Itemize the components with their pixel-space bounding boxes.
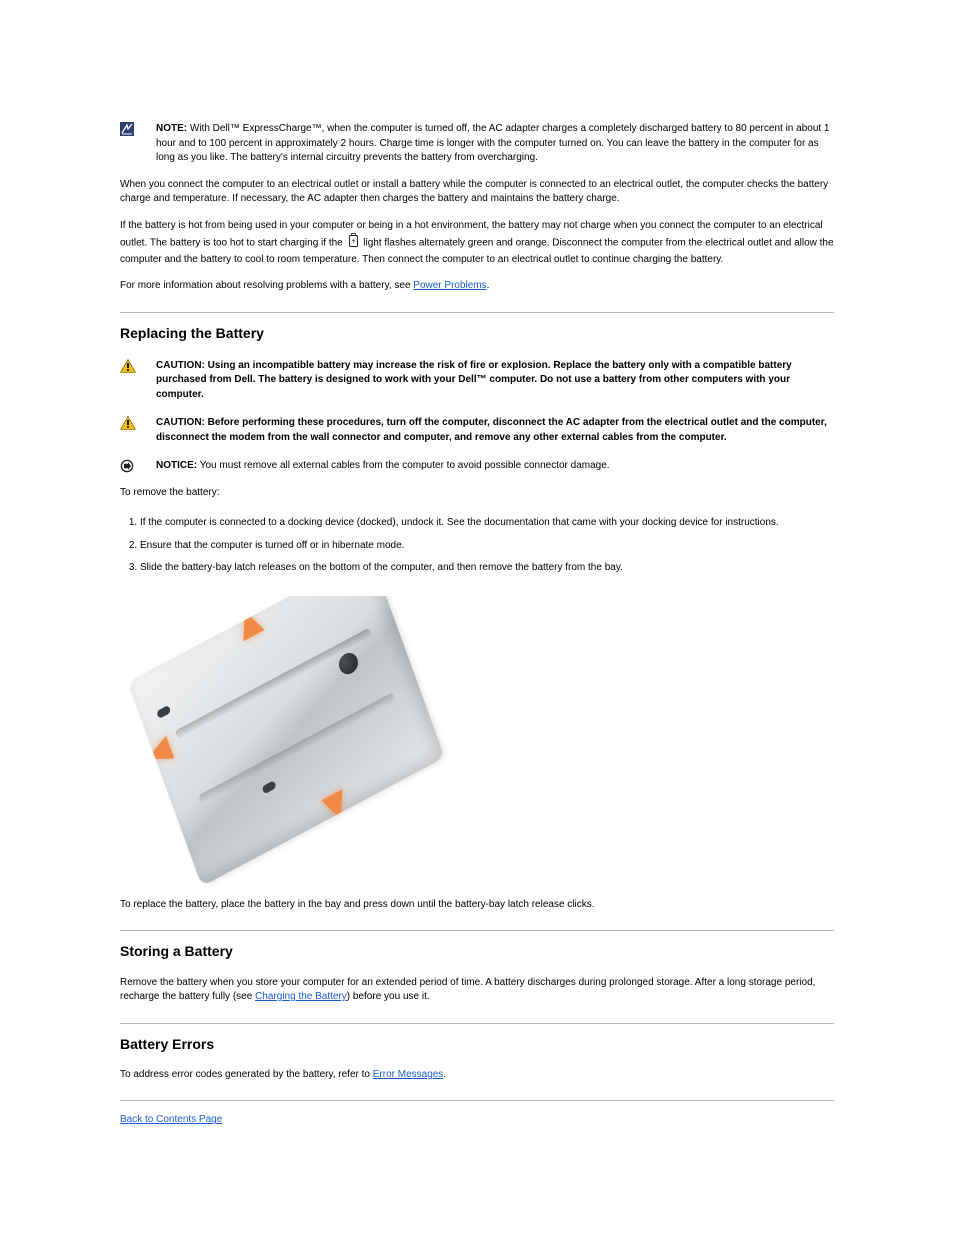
paragraph-more-info: For more information about resolving pro…: [120, 279, 834, 294]
note-expresscharge: NOTE: With Dell™ ExpressCharge™, when th…: [120, 120, 834, 166]
caution-body: CAUTION: Before performing these procedu…: [156, 414, 834, 445]
paragraph-store-battery: Remove the battery when you store your c…: [120, 976, 834, 1005]
link-error-messages[interactable]: Error Messages: [373, 1069, 444, 1080]
step-2: Ensure that the computer is turned off o…: [140, 539, 834, 554]
section-title-errors: Battery Errors: [120, 1034, 834, 1054]
arrow-left-icon: [143, 735, 174, 770]
link-power-problems[interactable]: Power Problems: [413, 280, 486, 291]
paragraph-battery-errors: To address error codes generated by the …: [120, 1068, 834, 1083]
divider: [120, 1023, 834, 1024]
note-body: NOTE: With Dell™ ExpressCharge™, when th…: [156, 120, 834, 166]
notice-remove-cables: NOTICE: You must remove all external cab…: [120, 457, 834, 474]
caution-text: Before performing these procedures, turn…: [156, 417, 827, 443]
text-fragment: Remove the battery when you store your c…: [120, 977, 815, 1003]
step-3: Slide the battery-bay latch releases on …: [140, 561, 834, 576]
notice-prefix: NOTICE:: [156, 460, 197, 471]
caution-icon: [120, 414, 156, 430]
paragraph-ac-connect: When you connect the computer to an elec…: [120, 178, 834, 207]
section-title-store: Storing a Battery: [120, 941, 834, 961]
caution-prefix: CAUTION:: [156, 360, 205, 371]
steps-remove-battery: If the computer is connected to a dockin…: [120, 516, 834, 576]
arrow-up-icon: [234, 605, 264, 641]
section-title-replace: Replacing the Battery: [120, 323, 834, 343]
step-1: If the computer is connected to a dockin…: [140, 516, 834, 531]
latch-slider: [261, 780, 276, 794]
caution-prefix: CAUTION:: [156, 417, 205, 428]
battery-indicator-icon: [348, 233, 359, 253]
caution-text: Using an incompatible battery may increa…: [156, 360, 792, 400]
divider: [120, 312, 834, 313]
text-fragment: To address error codes generated by the …: [120, 1069, 373, 1080]
caution-icon: [120, 357, 156, 373]
caution-incompatible-battery: CAUTION: Using an incompatible battery m…: [120, 357, 834, 403]
note-prefix: NOTE:: [156, 123, 187, 134]
divider: [120, 930, 834, 931]
text-fragment: For more information about resolving pro…: [120, 280, 413, 291]
link-charging-battery[interactable]: Charging the Battery: [255, 991, 347, 1002]
battery-illustration: [128, 596, 445, 886]
footer-back-link-wrap: Back to Contents Page: [120, 1113, 834, 1128]
battery-illustration-wrap: [120, 596, 834, 886]
notice-body: NOTICE: You must remove all external cab…: [156, 457, 834, 474]
note-icon: [120, 120, 156, 136]
paragraph-battery-hot: If the battery is hot from being used in…: [120, 219, 834, 268]
caution-before-procedures: CAUTION: Before performing these procedu…: [120, 414, 834, 445]
divider: [120, 1100, 834, 1101]
caution-body: CAUTION: Using an incompatible battery m…: [156, 357, 834, 403]
document-page: NOTE: With Dell™ ExpressCharge™, when th…: [0, 0, 954, 1200]
text-fragment: .: [443, 1069, 446, 1080]
notice-text: You must remove all external cables from…: [200, 460, 610, 471]
text-fragment: .: [487, 280, 490, 291]
link-back-to-contents[interactable]: Back to Contents Page: [120, 1114, 222, 1125]
note-text: With Dell™ ExpressCharge™, when the comp…: [156, 123, 830, 163]
notice-icon: [120, 457, 156, 473]
paragraph-replace-battery: To replace the battery, place the batter…: [120, 898, 834, 913]
battery-button: [336, 650, 361, 678]
arrow-down-icon: [321, 789, 351, 825]
latch-slider: [156, 705, 171, 719]
text-fragment: ) before you use it.: [347, 991, 430, 1002]
lead-remove-battery: To remove the battery:: [120, 486, 834, 501]
